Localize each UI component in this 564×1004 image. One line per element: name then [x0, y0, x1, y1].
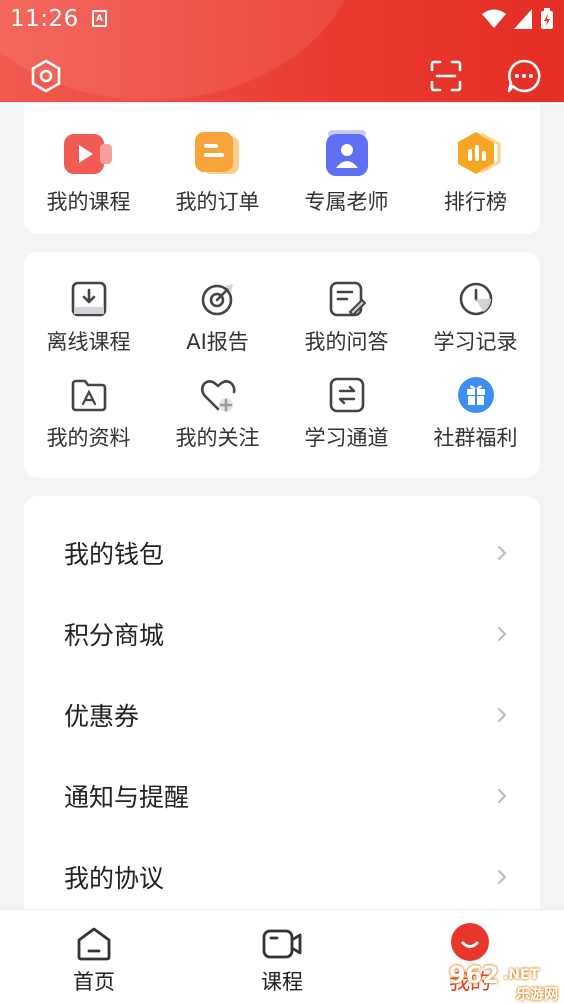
status-bar: 11:26 A [0, 0, 564, 40]
teacher-icon [325, 130, 368, 176]
menu-item-label: 积分商城 [64, 620, 165, 650]
video-course-icon [63, 134, 112, 174]
tools-card: 离线课程 AI报告 我的问答 学习记录 我的资料 我的关注 学习通道 社群福利 [24, 252, 540, 478]
app-notification-icon: A [92, 10, 107, 27]
tool-label: 离线课程 [46, 330, 131, 354]
menu-item-notifications[interactable]: 通知与提醒 [24, 755, 540, 836]
tool-study-channel[interactable]: 学习通道 [282, 376, 411, 452]
chevron-right-icon [498, 626, 507, 641]
tool-study-record[interactable]: 学习记录 [411, 280, 540, 356]
tab-home[interactable]: 首页 [0, 910, 188, 1004]
menu-item-wallet[interactable]: 我的钱包 [24, 512, 540, 593]
tool-my-qa[interactable]: 我的问答 [282, 280, 411, 356]
header: 11:26 A [0, 0, 564, 102]
qa-edit-icon [329, 281, 366, 317]
watermark-suffix: .NET [502, 967, 540, 983]
tab-label: 首页 [73, 970, 115, 994]
shortcut-label: 专属老师 [304, 190, 389, 214]
clock-icon [459, 282, 492, 316]
tool-ai-report[interactable]: AI报告 [153, 280, 282, 356]
tool-label: AI报告 [186, 330, 249, 354]
tool-community-benefits[interactable]: 社群福利 [411, 376, 540, 452]
shortcut-my-courses[interactable]: 我的课程 [24, 130, 153, 216]
folder-icon [71, 379, 106, 412]
chevron-right-icon [498, 788, 507, 803]
download-icon [71, 281, 106, 317]
home-icon [77, 927, 111, 961]
video-camera-icon [262, 929, 302, 959]
shortcut-label: 我的订单 [175, 190, 260, 214]
menu-item-label: 通知与提醒 [64, 782, 190, 812]
menu-card: 我的钱包 积分商城 优惠券 通知与提醒 我的协议 [24, 496, 540, 916]
tool-label: 我的问答 [304, 330, 389, 354]
shortcut-card: 我的课程 我的订单 专属老师 排行榜 [24, 104, 540, 234]
switch-channel-icon [329, 377, 364, 413]
heart-add-icon [200, 380, 236, 412]
watermark-logo: 962 .NET 乐游网 [424, 950, 564, 1003]
menu-item-coupons[interactable]: 优惠券 [24, 674, 540, 755]
chat-bubble-icon[interactable] [504, 56, 544, 96]
shortcut-label: 排行榜 [444, 190, 507, 214]
shortcut-my-orders[interactable]: 我的订单 [153, 130, 282, 216]
watermark-sub: 乐游网 [516, 987, 558, 1003]
menu-item-label: 我的协议 [64, 863, 165, 893]
menu-item-label: 优惠券 [64, 701, 140, 731]
tool-label: 社群福利 [433, 426, 518, 450]
tool-label: 学习记录 [433, 330, 518, 354]
tool-offline-courses[interactable]: 离线课程 [24, 280, 153, 356]
tab-label: 课程 [261, 970, 303, 994]
tool-my-follow[interactable]: 我的关注 [153, 376, 282, 452]
menu-item-points-mall[interactable]: 积分商城 [24, 593, 540, 674]
watermark-text: 962 [448, 961, 499, 989]
tab-course[interactable]: 课程 [188, 910, 376, 1004]
ranking-chart-icon [457, 132, 500, 174]
order-document-icon [194, 132, 239, 174]
signal-icon [514, 9, 532, 29]
menu-item-agreements[interactable]: 我的协议 [24, 836, 540, 917]
battery-icon [541, 8, 553, 29]
tool-my-materials[interactable]: 我的资料 [24, 376, 153, 452]
menu-item-label: 我的钱包 [64, 539, 165, 569]
status-indicators [482, 8, 554, 30]
tool-label: 学习通道 [304, 426, 389, 450]
scan-icon[interactable] [426, 56, 466, 96]
shortcut-ranking[interactable]: 排行榜 [411, 130, 540, 216]
chevron-right-icon [498, 869, 507, 884]
shortcut-exclusive-teacher[interactable]: 专属老师 [282, 130, 411, 216]
status-time: 11:26 [10, 6, 79, 32]
chevron-right-icon [498, 707, 507, 722]
hexagon-settings-icon[interactable] [26, 56, 66, 96]
ai-report-icon [201, 284, 233, 316]
tool-label: 我的关注 [175, 426, 260, 450]
shortcut-label: 我的课程 [46, 190, 131, 214]
wifi-icon [482, 9, 506, 28]
gift-icon [457, 377, 494, 413]
chevron-right-icon [498, 545, 507, 560]
tool-label: 我的资料 [46, 426, 131, 450]
